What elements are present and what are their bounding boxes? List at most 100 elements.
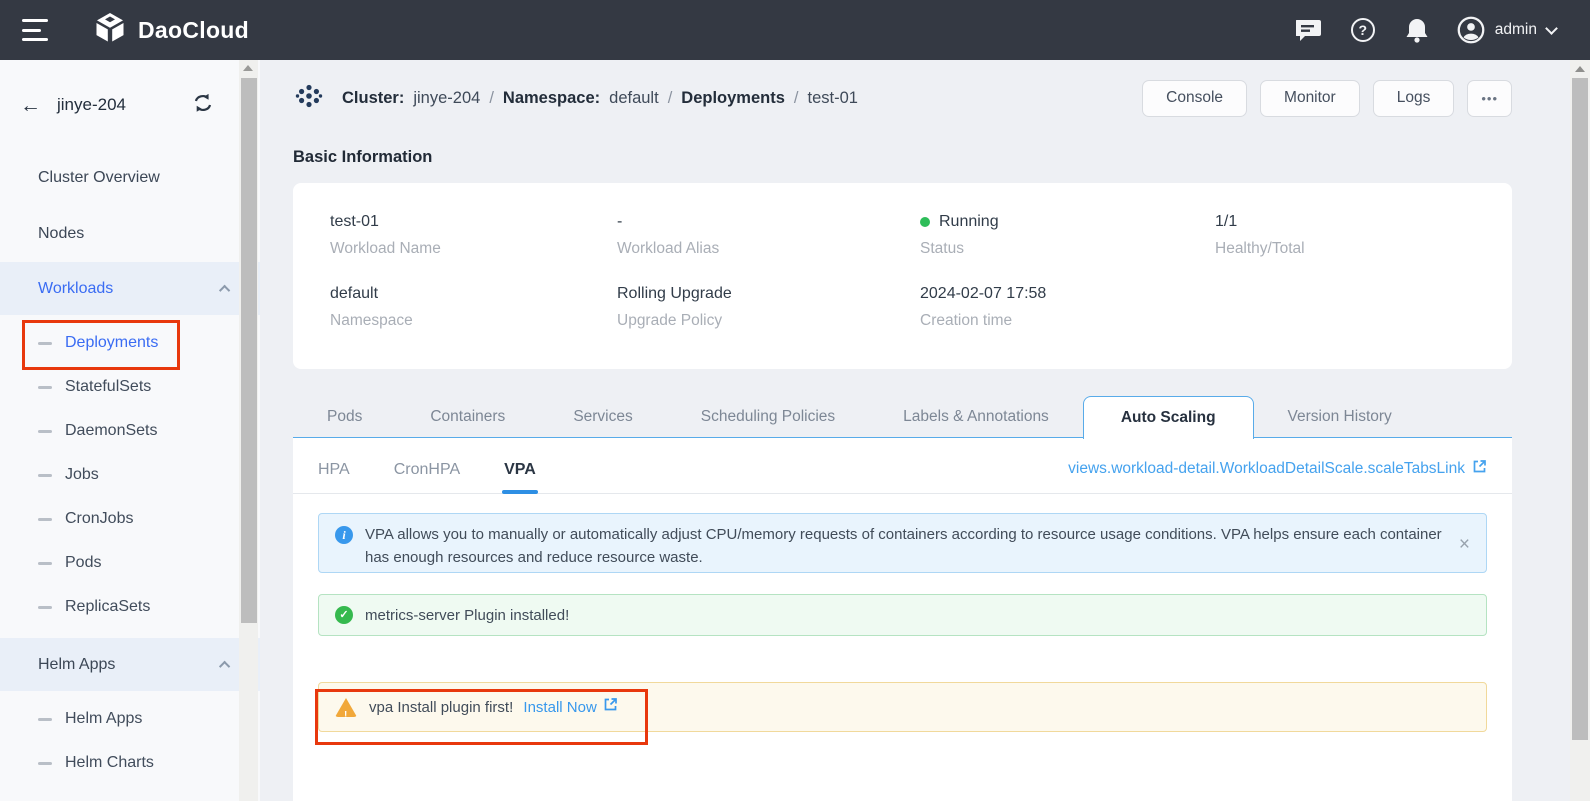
warning-triangle-icon: !: [335, 698, 357, 717]
brand-logo[interactable]: DaoCloud: [92, 10, 249, 51]
chevron-down-icon: [1545, 22, 1558, 35]
topbar-actions: ? admin: [1295, 16, 1556, 44]
close-icon[interactable]: ×: [1459, 535, 1470, 554]
alerts-area: i VPA allows you to manually or automati…: [293, 494, 1512, 732]
status-running-dot: [920, 217, 930, 227]
basic-info-card: test-01 Workload Name - Workload Alias R…: [293, 183, 1512, 369]
sidebar-item-jobs[interactable]: Jobs: [0, 453, 260, 497]
sidebar-menu: Cluster Overview Nodes Workloads Deploym…: [0, 150, 260, 785]
scroll-up-arrow-icon[interactable]: [243, 65, 253, 71]
detail-tabs: Pods Containers Services Scheduling Poli…: [293, 395, 1512, 438]
vpa-warning-alert: ! vpa Install plugin first! Install Now: [318, 682, 1487, 732]
vpa-info-alert: i VPA allows you to manually or automati…: [318, 513, 1487, 573]
breadcrumb-deployments[interactable]: Deployments: [681, 89, 785, 108]
sidebar-item-nodes[interactable]: Nodes: [0, 206, 260, 262]
sidebar-scrollbar[interactable]: [239, 60, 258, 801]
sidebar-header: ← jinye-204: [0, 60, 260, 150]
external-link-icon: [603, 696, 618, 719]
app-root: DaoCloud ?: [0, 0, 1590, 801]
hamburger-menu-icon[interactable]: [22, 19, 52, 41]
dash-icon: [38, 606, 52, 609]
tab-containers[interactable]: Containers: [396, 396, 539, 438]
sidebar-item-helm-charts[interactable]: Helm Charts: [0, 741, 260, 785]
field-namespace: default Namespace: [330, 285, 617, 330]
page-header: Cluster: jinye-204 / Namespace: default …: [293, 77, 1512, 119]
dash-icon: [38, 718, 52, 721]
warning-alert-text: vpa Install plugin first! Install Now: [369, 696, 1470, 719]
notifications-bell-icon[interactable]: [1403, 16, 1431, 44]
sidebar-section-helm-apps[interactable]: Helm Apps: [0, 638, 260, 691]
workloads-sublist: Deployments StatefulSets DaemonSets Jobs…: [0, 315, 260, 629]
tab-scheduling-policies[interactable]: Scheduling Policies: [667, 396, 869, 438]
field-workload-alias: - Workload Alias: [617, 213, 920, 258]
subtab-vpa[interactable]: VPA: [504, 461, 536, 493]
username-label: admin: [1495, 21, 1537, 39]
basic-info-fields: test-01 Workload Name - Workload Alias R…: [293, 183, 1512, 357]
top-bar: DaoCloud ?: [0, 0, 1590, 60]
field-healthy-total: 1/1 Healthy/Total: [1215, 213, 1512, 258]
dash-icon: [38, 762, 52, 765]
basic-info-title: Basic Information: [293, 148, 432, 167]
breadcrumb-cluster-value[interactable]: jinye-204: [413, 89, 480, 108]
scrollbar-thumb[interactable]: [1572, 78, 1588, 740]
tab-labels-annotations[interactable]: Labels & Annotations: [869, 396, 1083, 438]
user-menu[interactable]: admin: [1457, 16, 1556, 44]
info-alert-text: VPA allows you to manually or automatica…: [365, 523, 1445, 569]
auto-scaling-panel: HPA CronHPA VPA views.workload-detail.Wo…: [293, 437, 1512, 801]
daocloud-cube-icon: [92, 10, 128, 51]
main-content: Cluster: jinye-204 / Namespace: default …: [260, 60, 1570, 801]
breadcrumb-namespace-label: Namespace:: [503, 89, 600, 108]
chevron-up-icon: [219, 284, 230, 295]
sidebar-item-helm-apps[interactable]: Helm Apps: [0, 697, 260, 741]
sidebar-item-daemonsets[interactable]: DaemonSets: [0, 409, 260, 453]
monitor-button[interactable]: Monitor: [1260, 80, 1360, 117]
sidebar: ← jinye-204 Cluster Overview Nodes Workl…: [0, 60, 260, 801]
success-check-icon: ✓: [335, 606, 353, 624]
more-actions-button[interactable]: •••: [1467, 80, 1512, 117]
external-link-icon: [1472, 459, 1487, 479]
breadcrumb-namespace-value[interactable]: default: [609, 89, 659, 108]
field-status: Running Status: [920, 213, 1215, 258]
scale-tabs-link[interactable]: views.workload-detail.WorkloadDetailScal…: [1068, 459, 1487, 493]
tab-auto-scaling[interactable]: Auto Scaling: [1083, 396, 1254, 439]
sidebar-item-statefulsets[interactable]: StatefulSets: [0, 365, 260, 409]
breadcrumb: Cluster: jinye-204 / Namespace: default …: [342, 89, 858, 108]
brand-name: DaoCloud: [138, 17, 249, 44]
sidebar-item-cronjobs[interactable]: CronJobs: [0, 497, 260, 541]
header-actions: Console Monitor Logs •••: [1142, 80, 1512, 117]
scaling-subtabs: HPA CronHPA VPA views.workload-detail.Wo…: [293, 438, 1512, 494]
tab-pods[interactable]: Pods: [293, 396, 396, 438]
subtab-hpa[interactable]: HPA: [318, 461, 350, 493]
logs-button[interactable]: Logs: [1373, 80, 1455, 117]
sidebar-item-cluster-overview[interactable]: Cluster Overview: [0, 150, 260, 206]
main-scrollbar[interactable]: [1570, 60, 1590, 801]
breadcrumb-current-item: test-01: [807, 89, 857, 108]
tab-version-history[interactable]: Version History: [1254, 396, 1426, 438]
scrollbar-thumb[interactable]: [241, 78, 257, 623]
switch-cluster-icon[interactable]: [192, 93, 214, 118]
help-icon[interactable]: ?: [1349, 16, 1377, 44]
field-creation-time: 2024-02-07 17:58 Creation time: [920, 285, 1215, 330]
field-workload-name: test-01 Workload Name: [330, 213, 617, 258]
dash-icon: [38, 474, 52, 477]
success-alert-text: metrics-server Plugin installed!: [365, 604, 1470, 627]
back-arrow-icon[interactable]: ←: [20, 95, 41, 116]
sidebar-item-deployments[interactable]: Deployments: [0, 321, 260, 365]
subtab-cronhpa[interactable]: CronHPA: [394, 461, 460, 493]
dash-icon: [38, 518, 52, 521]
metrics-server-success-alert: ✓ metrics-server Plugin installed!: [318, 594, 1487, 636]
chat-icon[interactable]: [1295, 16, 1323, 44]
sidebar-cluster-name: jinye-204: [57, 95, 126, 115]
tab-services[interactable]: Services: [539, 396, 666, 438]
sidebar-item-pods[interactable]: Pods: [0, 541, 260, 585]
sidebar-section-workloads[interactable]: Workloads: [0, 262, 260, 315]
breadcrumb-cluster-label: Cluster:: [342, 89, 404, 108]
helm-sublist: Helm Apps Helm Charts: [0, 691, 260, 785]
install-now-link[interactable]: Install Now: [523, 696, 617, 719]
scroll-up-arrow-icon[interactable]: [1575, 66, 1585, 72]
sidebar-item-replicasets[interactable]: ReplicaSets: [0, 585, 260, 629]
console-button[interactable]: Console: [1142, 80, 1247, 117]
chevron-up-icon: [219, 660, 230, 671]
dash-icon: [38, 430, 52, 433]
field-upgrade-policy: Rolling Upgrade Upgrade Policy: [617, 285, 920, 330]
